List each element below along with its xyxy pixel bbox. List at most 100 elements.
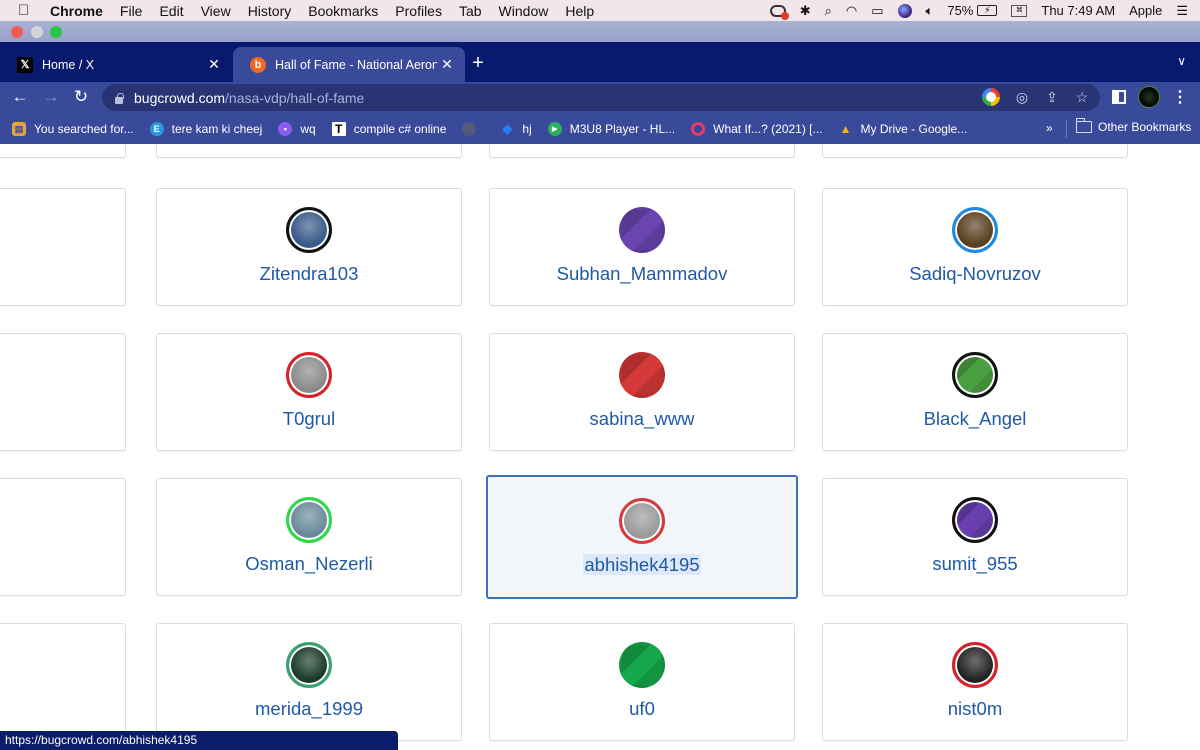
- bookmark-item[interactable]: ▲ My Drive - Google...: [839, 122, 968, 136]
- researcher-card-partial[interactable]: [489, 144, 795, 158]
- researcher-card[interactable]: Sadiq-Novruzov: [822, 188, 1128, 306]
- back-button[interactable]: ←: [9, 87, 31, 107]
- control-center-icon[interactable]: ☰: [1176, 3, 1188, 19]
- researcher-card[interactable]: nist0m: [822, 623, 1128, 741]
- bookmark-item[interactable]: ▤ You searched for...: [12, 122, 134, 136]
- user-photo-avatar[interactable]: [619, 498, 665, 544]
- close-tab-icon[interactable]: ✕: [437, 56, 457, 73]
- wifi-icon[interactable]: ◠: [846, 3, 857, 19]
- default-bugcrowd-avatar[interactable]: [952, 497, 998, 543]
- menu-edit[interactable]: Edit: [159, 3, 183, 19]
- researcher-card[interactable]: T0grul: [156, 333, 462, 451]
- researcher-card-partial[interactable]: [822, 144, 1128, 158]
- researcher-card[interactable]: Black_Angel: [822, 333, 1128, 451]
- google-lens-icon[interactable]: [982, 88, 1000, 106]
- menu-view[interactable]: View: [201, 3, 231, 19]
- bookmark-item[interactable]: E tere kam ki cheej: [149, 122, 262, 136]
- share-icon[interactable]: ⇪: [1044, 89, 1060, 106]
- user-name[interactable]: Apple: [1129, 3, 1162, 18]
- siri-icon[interactable]: [897, 3, 912, 18]
- bookmark-item[interactable]: [462, 122, 484, 136]
- bookmark-item[interactable]: What If...? (2021) [...: [691, 122, 823, 136]
- new-tab-button[interactable]: +: [468, 52, 488, 75]
- menu-file[interactable]: File: [120, 3, 143, 19]
- side-panel-icon[interactable]: [1112, 90, 1126, 104]
- forward-button[interactable]: →: [40, 87, 62, 107]
- researcher-username-link[interactable]: Osman_Nezerli: [157, 553, 461, 575]
- user-photo-avatar[interactable]: [286, 352, 332, 398]
- researcher-card[interactable]: 4: [0, 188, 126, 306]
- bookmark-item[interactable]: ▪ wq: [278, 122, 316, 136]
- close-tab-icon[interactable]: ✕: [204, 56, 224, 73]
- url-text[interactable]: bugcrowd.com/nasa-vdp/hall-of-fame: [134, 90, 364, 106]
- menu-tab[interactable]: Tab: [459, 3, 482, 19]
- researcher-card[interactable]: enan: [0, 623, 126, 741]
- researcher-card[interactable]: ntan: [0, 478, 126, 596]
- user-photo-avatar[interactable]: [286, 207, 332, 253]
- user-photo-avatar[interactable]: [286, 642, 332, 688]
- profile-avatar[interactable]: [1138, 86, 1160, 108]
- chrome-menu-icon[interactable]: ⋮: [1172, 87, 1188, 107]
- default-bugcrowd-avatar[interactable]: [619, 642, 665, 688]
- researcher-username-link[interactable]: Zitendra103: [157, 263, 461, 285]
- bookmarks-overflow-icon[interactable]: »: [1046, 121, 1053, 135]
- researcher-username-link[interactable]: sumit_955: [823, 553, 1127, 575]
- menu-history[interactable]: History: [248, 3, 292, 19]
- bookmark-star-icon[interactable]: ☆: [1074, 89, 1090, 106]
- lock-icon[interactable]: [114, 92, 124, 104]
- default-bugcrowd-avatar[interactable]: [619, 352, 665, 398]
- researcher-card[interactable]: Osman_Nezerli: [156, 478, 462, 596]
- minimize-window-button[interactable]: [31, 26, 43, 38]
- user-photo-avatar[interactable]: [952, 642, 998, 688]
- reload-button[interactable]: ↻: [70, 87, 92, 107]
- apple-menu-icon[interactable]: : [18, 2, 34, 19]
- researcher-username-link[interactable]: nist0m: [823, 698, 1127, 720]
- eye-slash-icon[interactable]: ◎: [1014, 89, 1030, 106]
- menu-bookmarks[interactable]: Bookmarks: [308, 3, 378, 19]
- bluetooth-icon[interactable]: ✱: [800, 3, 811, 19]
- researcher-username-link[interactable]: sabina_www: [490, 408, 794, 430]
- menu-help[interactable]: Help: [565, 3, 594, 19]
- close-window-button[interactable]: [11, 26, 23, 38]
- researcher-username-link[interactable]: Black_Angel: [823, 408, 1127, 430]
- default-bugcrowd-avatar[interactable]: [952, 352, 998, 398]
- researcher-card[interactable]: abhishek4195: [486, 475, 798, 599]
- researcher-card-partial[interactable]: [0, 144, 126, 158]
- battery-status[interactable]: 75% ⚡︎: [947, 3, 998, 18]
- spotlight-search-icon[interactable]: ⌕: [825, 3, 832, 19]
- tab-home-x[interactable]: 𝕏 Home / X ✕: [0, 47, 232, 82]
- airplay-icon[interactable]: ▭: [871, 3, 883, 19]
- user-photo-avatar[interactable]: [286, 497, 332, 543]
- tab-hall-of-fame[interactable]: b Hall of Fame - National Aeronautics ✕: [233, 47, 465, 82]
- menu-profiles[interactable]: Profiles: [395, 3, 442, 19]
- default-bugcrowd-avatar[interactable]: [619, 207, 665, 253]
- researcher-username-link[interactable]: abhishek4195: [488, 554, 796, 576]
- bookmark-item[interactable]: ▶ M3U8 Player - HL...: [547, 122, 675, 136]
- menu-app-name[interactable]: Chrome: [50, 3, 103, 19]
- researcher-card[interactable]: Subhan_Mammadov: [489, 188, 795, 306]
- researcher-username-link[interactable]: Subhan_Mammadov: [490, 263, 794, 285]
- clock[interactable]: Thu 7:49 AM: [1041, 3, 1115, 18]
- bookmark-item[interactable]: T compile c# online: [331, 122, 446, 136]
- researcher-card[interactable]: merida_1999: [156, 623, 462, 741]
- bookmark-item[interactable]: ◆ hj: [500, 121, 531, 136]
- user-photo-avatar[interactable]: [952, 207, 998, 253]
- researcher-username-link[interactable]: uf0: [490, 698, 794, 720]
- researcher-username-link[interactable]: merida_1999: [157, 698, 461, 720]
- researcher-card[interactable]: sumit_955: [822, 478, 1128, 596]
- researcher-username-link[interactable]: Sadiq-Novruzov: [823, 263, 1127, 285]
- volume-icon[interactable]: 🔈︎: [926, 3, 934, 19]
- researcher-username-link[interactable]: T0grul: [157, 408, 461, 430]
- keyboard-shortcut-icon[interactable]: ⌘: [1011, 4, 1028, 17]
- researcher-card[interactable]: uf0: [489, 623, 795, 741]
- address-bar[interactable]: bugcrowd.com/nasa-vdp/hall-of-fame ◎ ⇪ ☆: [102, 84, 1100, 111]
- tab-search-chevron-icon[interactable]: ∨: [1177, 54, 1186, 68]
- menu-window[interactable]: Window: [499, 3, 549, 19]
- maximize-window-button[interactable]: [50, 26, 62, 38]
- researcher-card-partial[interactable]: [156, 144, 462, 158]
- researcher-card[interactable]: Zitendra103: [156, 188, 462, 306]
- researcher-card[interactable]: y: [0, 333, 126, 451]
- creative-cloud-icon[interactable]: [769, 4, 789, 20]
- researcher-card[interactable]: sabina_www: [489, 333, 795, 451]
- other-bookmarks-folder[interactable]: Other Bookmarks: [1075, 118, 1191, 134]
